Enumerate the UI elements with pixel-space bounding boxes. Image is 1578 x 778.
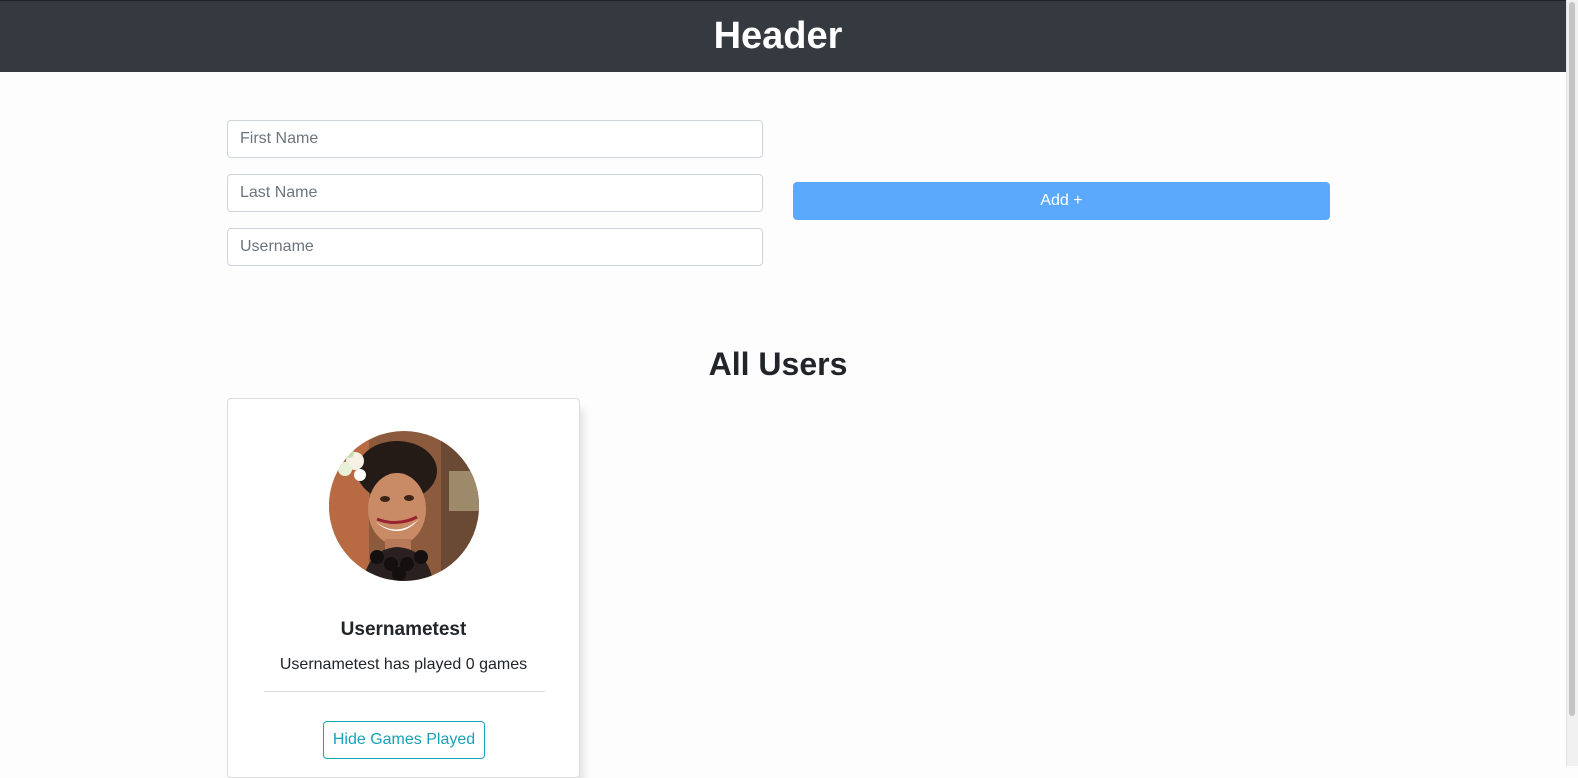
scrollbar-thumb[interactable]	[1569, 2, 1575, 716]
first-name-input[interactable]	[227, 120, 763, 158]
page-header: Header	[0, 0, 1566, 72]
page-scrollbar[interactable]	[1566, 0, 1578, 766]
username-input[interactable]	[227, 228, 763, 266]
last-name-input[interactable]	[227, 174, 763, 212]
all-users-title: All Users	[708, 346, 848, 382]
user-card: Usernametest Usernametest has played 0 g…	[227, 398, 580, 778]
header-title: Header	[713, 15, 843, 57]
user-name: Usernametest	[340, 619, 467, 640]
card-divider	[264, 691, 545, 692]
hide-games-played-button[interactable]: Hide Games Played	[323, 721, 485, 759]
avatar-photo	[329, 431, 479, 581]
games-played-text: Usernametest has played 0 games	[279, 656, 528, 673]
avatar	[329, 431, 479, 581]
add-user-button[interactable]: Add +	[793, 182, 1330, 220]
